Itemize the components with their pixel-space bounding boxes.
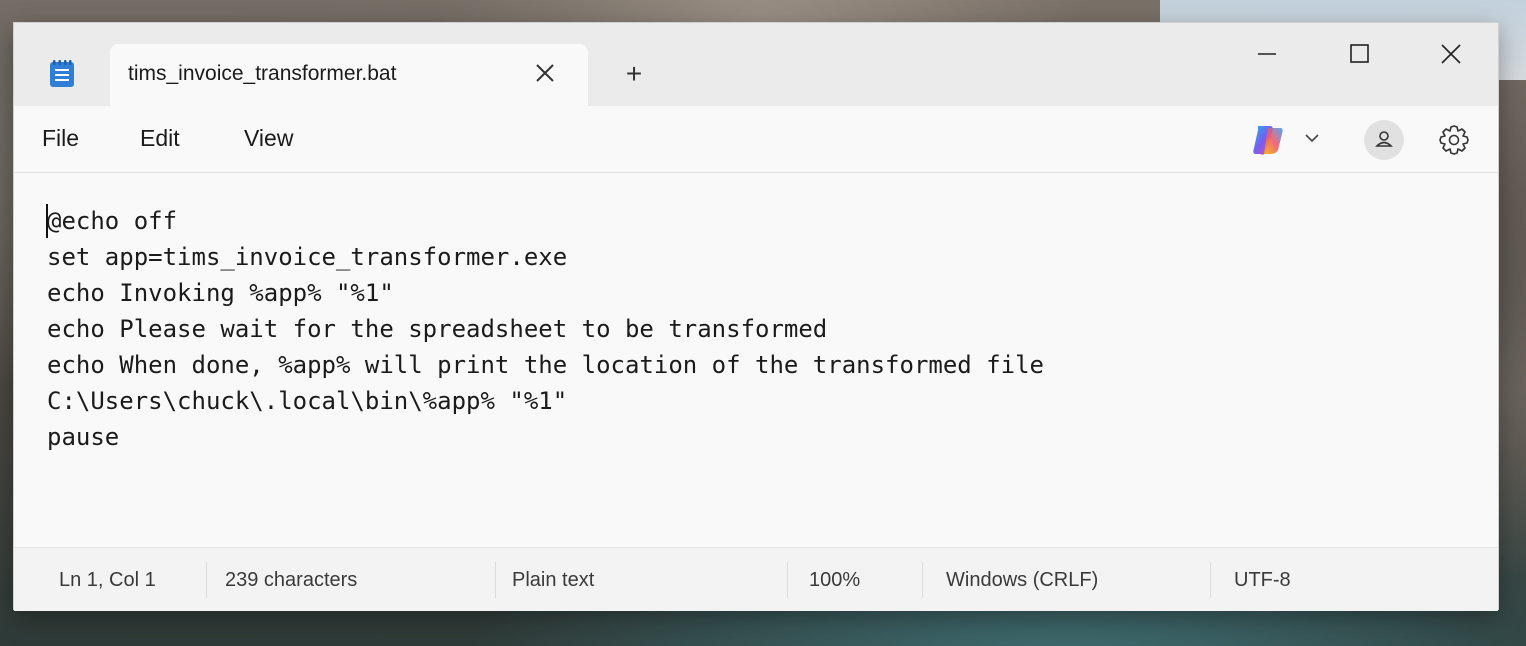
code-line: @echo off: [47, 207, 178, 235]
menu-edit[interactable]: Edit: [140, 125, 180, 152]
minimize-button[interactable]: [1244, 37, 1290, 71]
maximize-button[interactable]: [1336, 37, 1382, 71]
text-caret: [46, 204, 48, 238]
status-characters: 239 characters: [225, 569, 358, 591]
status-divider: [922, 562, 923, 598]
code-line: echo When done, %app% will print the loc…: [47, 351, 1044, 379]
tab-active[interactable]: tims_invoice_transformer.bat: [110, 44, 588, 106]
code-line: C:\Users\chuck\.local\bin\%app% "%1": [47, 387, 568, 415]
profile-button[interactable]: [1364, 120, 1404, 160]
menu-bar: File Edit View: [14, 106, 1498, 173]
title-bar: tims_invoice_transformer.bat +: [14, 23, 1498, 106]
tab-close-icon[interactable]: [530, 58, 560, 88]
code-line: pause: [47, 423, 120, 451]
status-divider: [495, 562, 496, 598]
code-line: echo Invoking %app% "%1": [47, 279, 394, 307]
menu-view[interactable]: View: [244, 125, 293, 152]
close-window-button[interactable]: [1428, 37, 1474, 71]
tab-title: tims_invoice_transformer.bat: [128, 62, 397, 85]
menu-file[interactable]: File: [42, 125, 79, 152]
status-line-endings[interactable]: Windows (CRLF): [946, 569, 1098, 592]
editor-text[interactable]: @echo off set app=tims_invoice_transforme…: [47, 203, 1044, 455]
status-format[interactable]: Plain text: [512, 569, 594, 592]
notepad-window: tims_invoice_transformer.bat + File Edit…: [13, 22, 1499, 611]
code-line: set app=tims_invoice_transformer.exe: [47, 243, 568, 271]
status-divider: [787, 562, 788, 598]
chevron-down-icon[interactable]: [1302, 128, 1322, 148]
notepad-icon: [50, 60, 74, 87]
copilot-icon[interactable]: [1250, 122, 1286, 158]
status-divider: [1210, 562, 1211, 598]
status-divider: [206, 562, 207, 598]
code-line: echo Please wait for the spreadsheet to …: [47, 315, 828, 343]
new-tab-button[interactable]: +: [619, 59, 649, 89]
status-position: Ln 1, Col 1: [59, 569, 156, 591]
text-editor[interactable]: @echo off set app=tims_invoice_transforme…: [14, 173, 1498, 547]
status-zoom[interactable]: 100%: [809, 569, 860, 592]
status-encoding[interactable]: UTF-8: [1234, 569, 1291, 592]
status-bar: Ln 1, Col 1 239 characters Plain text 10…: [14, 547, 1498, 611]
gear-icon[interactable]: [1436, 122, 1472, 158]
profile-icon: [1375, 131, 1393, 147]
